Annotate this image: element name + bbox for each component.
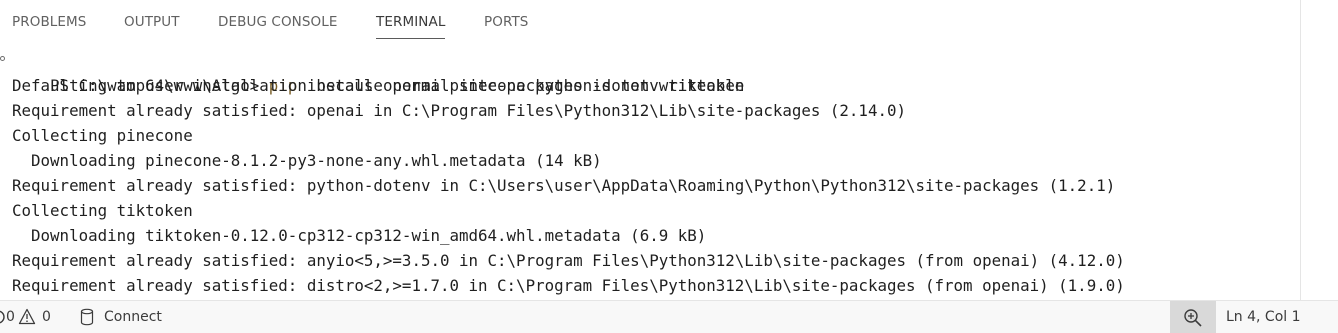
zoom-in-icon — [1184, 309, 1202, 327]
terminal-output-line: Collecting pinecone — [12, 126, 193, 145]
tab-problems[interactable]: PROBLEMS — [12, 13, 86, 31]
errors-count: 0 — [6, 309, 15, 325]
warning-triangle-icon — [18, 308, 36, 325]
terminal-output-line: Downloading pinecone-8.1.2-py3-none-any.… — [12, 151, 602, 170]
terminal-scrollbar[interactable] — [1300, 0, 1338, 300]
tab-debug-console[interactable]: DEBUG CONSOLE — [218, 13, 338, 31]
tab-output[interactable]: OUTPUT — [124, 13, 180, 31]
warnings-count: 0 — [42, 309, 51, 325]
database-icon — [80, 308, 94, 326]
connect-label: Connect — [104, 309, 162, 325]
terminal-output-line: Requirement already satisfied: openai in… — [12, 101, 906, 120]
terminal-output-line: Defaulting to user installation because … — [12, 76, 745, 95]
status-cursor-position[interactable]: Ln 4, Col 1 — [1226, 308, 1301, 326]
terminal-output-line: Requirement already satisfied: python-do… — [12, 176, 1116, 195]
status-bar: 0 0 Connect Ln 4, Col 1 — [0, 300, 1338, 333]
tab-ports[interactable]: PORTS — [484, 13, 528, 31]
terminal-output-line: Collecting tiktoken — [12, 201, 193, 220]
panel-tab-bar: PROBLEMS OUTPUT DEBUG CONSOLE TERMINAL P… — [0, 0, 1300, 40]
terminal-output[interactable]: PS C:\wamp64\www\Algo> pip install opena… — [0, 48, 1300, 300]
terminal-output-line: Requirement already satisfied: distro<2,… — [12, 276, 1125, 295]
terminal-command-line: PS C:\wamp64\www\Algo> pip install opena… — [0, 48, 744, 95]
command-decoration-icon[interactable] — [0, 56, 5, 61]
terminal-output-line: Requirement already satisfied: anyio<5,>… — [12, 251, 1125, 270]
zoom-button[interactable] — [1170, 301, 1216, 333]
tab-terminal[interactable]: TERMINAL — [376, 13, 446, 39]
terminal-output-line: Downloading tiktoken-0.12.0-cp312-cp312-… — [12, 226, 707, 245]
